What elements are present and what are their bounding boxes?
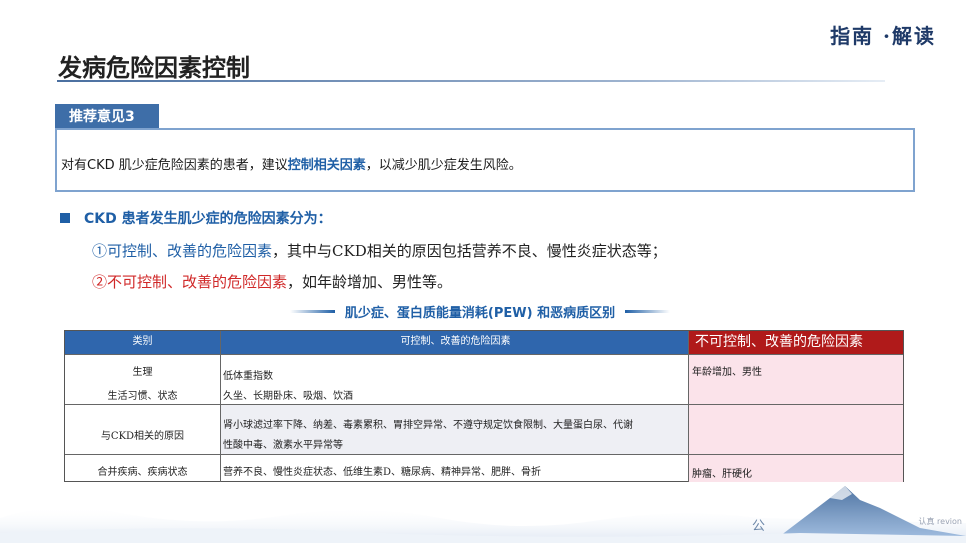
risk-item-controllable: ①可控制、改善的危险因素，其中与CKD相关的原因包括营养不良、慢性炎症状态等； [92,240,667,261]
square-bullet-icon [60,213,70,223]
row1-controllable-line2: 久坐、长期卧床、吸烟、饮酒 [223,391,353,402]
table-header-row: 类别 可控制、改善的危险因素 不可控制、改善的危险因素 [65,331,903,355]
row1-category: 生理 生活习惯、状态 [65,355,221,404]
risk-item-uncontrollable: ②不可控制、改善的危险因素，如年龄增加、男性等。 [92,271,452,292]
row2-category-line1: 与CKD相关的原因 [100,431,185,442]
risk-item1-rest: ，其中与CKD相关的原因包括营养不良、慢性炎症状态等； [272,242,667,260]
row2-controllable: 肾小球滤过率下降、纳差、毒素累积、胃排空异常、不遵守规定饮食限制、大量蛋白尿、代… [221,405,689,454]
table-heading-text: 肌少症、蛋白质能量消耗(PEW) 和恶病质区别 [344,305,616,321]
row1-controllable: 低体重指数 久坐、长期卧床、吸烟、饮酒 [221,355,689,404]
risk-item2-key: ②不可控制、改善的危险因素 [92,273,288,291]
row1-category-line1: 生理 [132,367,153,378]
risk-factor-table: 类别 可控制、改善的危险因素 不可控制、改善的危险因素 生理 生活习惯、状态 低… [64,330,904,482]
brand-logo-text: 指南 ·解读 [830,24,936,48]
row2-controllable-line1: 肾小球滤过率下降、纳差、毒素累积、胃排空异常、不遵守规定饮食限制、大量蛋白尿、代… [223,420,633,431]
risk-factor-heading: CKD 患者发生肌少症的危险因素分为： [60,208,332,228]
recommendation-tag: 推荐意见3 [55,104,159,130]
header-category: 类别 [65,331,221,354]
mountain-cloud-decoration [0,486,966,543]
risk-heading-text: CKD 患者发生肌少症的危险因素分为： [84,211,332,227]
title-underline [57,80,885,82]
row3-controllable-line1: 营养不良、慢性炎症状态、低维生素D、糖尿病、精神异常、肥胖、骨折 [223,467,542,478]
page-title: 发病危险因素控制 [58,54,250,82]
row2-category: 与CKD相关的原因 [65,405,221,454]
row1-uncontrollable-text: 年龄增加、男性 [692,367,762,378]
table-row: 生理 生活习惯、状态 低体重指数 久坐、长期卧床、吸烟、饮酒 年龄增加、男性 [65,355,903,405]
footer-char: 公 [752,519,766,534]
rec-text-highlight: 控制相关因素 [287,158,366,173]
header-uncontrollable: 不可控制、改善的危险因素 [689,331,903,354]
row1-category-line2: 生活习惯、状态 [107,391,178,402]
recommendation-text: 对有CKD 肌少症危险因素的患者，建议控制相关因素，以减少肌少症发生风险。 [61,154,522,173]
row1-controllable-line1: 低体重指数 [223,371,273,382]
risk-item2-rest: ，如年龄增加、男性等。 [287,273,453,291]
recommendation-box: 对有CKD 肌少症危险因素的患者，建议控制相关因素，以减少肌少症发生风险。 [55,128,915,192]
header-controllable: 可控制、改善的危险因素 [221,331,689,354]
row3-category-line1: 合并疾病、疾病状态 [97,467,188,478]
rec-text-before: 对有CKD 肌少症危险因素的患者，建议 [61,158,288,173]
table-row: 与CKD相关的原因 肾小球滤过率下降、纳差、毒素累积、胃排空异常、不遵守规定饮食… [65,405,903,455]
table-heading: 肌少症、蛋白质能量消耗(PEW) 和恶病质区别 [290,301,671,321]
row1-uncontrollable: 年龄增加、男性 [689,355,903,404]
watermark-text: 认真 revion [918,517,963,526]
row2-uncontrollable [689,405,903,454]
risk-item1-key: ①可控制、改善的危险因素 [92,242,273,260]
row2-controllable-line2: 性酸中毒、激素水平异常等 [223,440,343,451]
heading-bar-right [625,309,671,313]
rec-text-after: ，以减少肌少症发生风险。 [365,158,522,173]
heading-bar-left [290,309,335,313]
